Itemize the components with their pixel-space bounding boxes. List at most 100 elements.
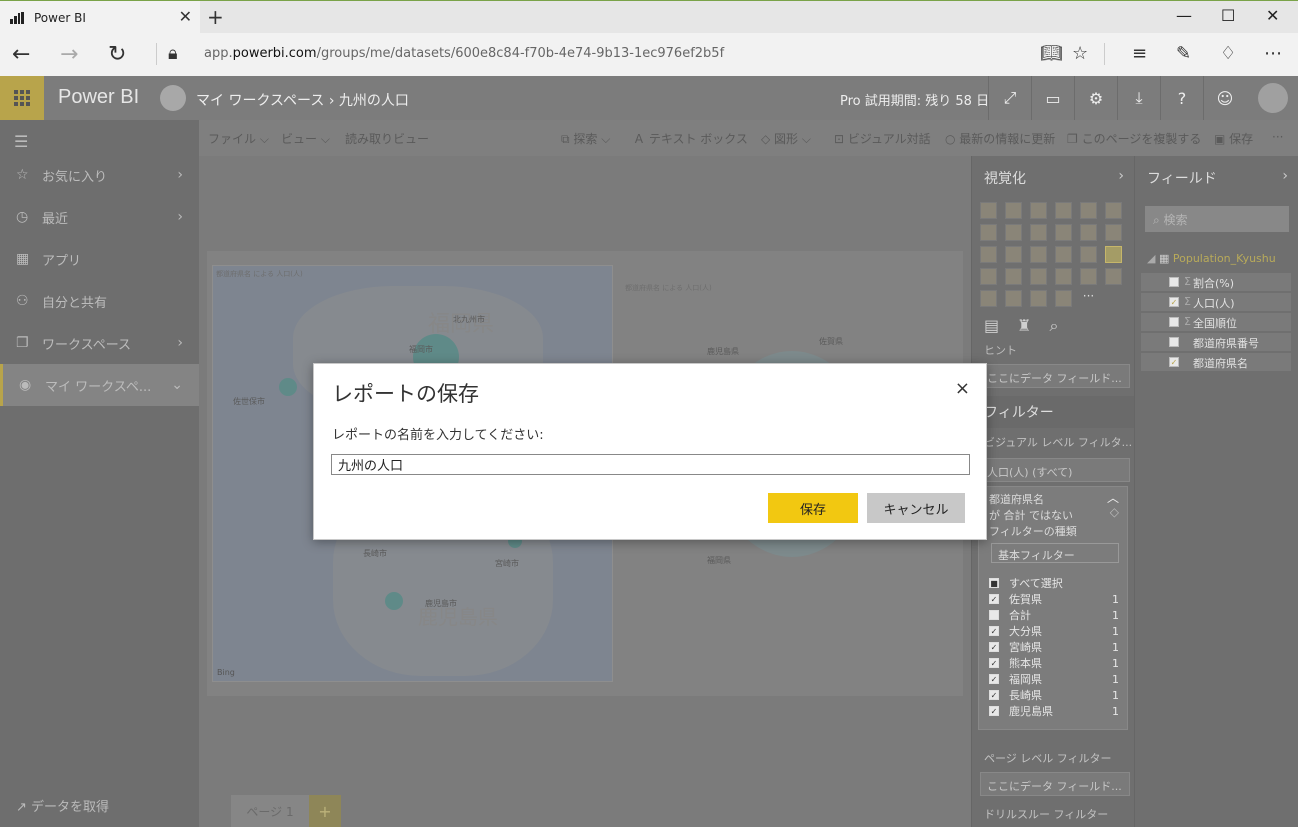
collapse-chevron-icon[interactable]: › — [1118, 168, 1124, 184]
filter-item-population[interactable]: 人口(人) (すべて) — [980, 458, 1130, 482]
maximize-icon[interactable]: ☐ — [1221, 6, 1235, 25]
multi-row-card-icon[interactable] — [1080, 268, 1097, 285]
help-icon[interactable]: ? — [1160, 76, 1203, 120]
map-bubble[interactable] — [385, 592, 403, 610]
nav-item-recent[interactable]: ◷ 最近 › — [0, 196, 199, 238]
stacked-column-icon[interactable] — [1005, 202, 1022, 219]
textbox-button[interactable]: Ａ テキスト ボックス — [633, 130, 748, 147]
area-chart-icon[interactable] — [1005, 224, 1022, 241]
report-name-input[interactable] — [331, 454, 970, 475]
visual-interactions-button[interactable]: ⊡ ビジュアル対話 — [834, 130, 931, 147]
matrix-icon[interactable] — [1030, 290, 1047, 307]
more-visuals-icon[interactable]: ··· — [1080, 290, 1097, 307]
filter-option[interactable]: ✓ 熊本県 1 — [989, 655, 1119, 671]
checkbox-icon[interactable] — [1169, 337, 1179, 347]
checkbox-icon[interactable] — [989, 610, 999, 620]
filled-map-icon[interactable] — [980, 268, 997, 285]
filter-option[interactable]: 合計 1 — [989, 607, 1119, 623]
nav-item-my-workspace[interactable]: ◉ マイ ワークスペ... ⌄ — [0, 364, 199, 406]
back-icon[interactable]: ← — [12, 42, 30, 67]
add-page-button[interactable]: + — [309, 795, 341, 827]
slicer-icon[interactable] — [980, 290, 997, 307]
more-icon[interactable]: ⋯ — [1264, 43, 1282, 64]
reading-view-icon[interactable]: 📖︎ — [1040, 43, 1063, 64]
map-icon[interactable] — [1105, 246, 1122, 263]
brand-title[interactable]: Power BI — [58, 86, 139, 109]
field-item[interactable]: Σ 全国順位 — [1141, 313, 1291, 331]
close-icon[interactable]: × — [955, 378, 970, 399]
browser-tab[interactable]: Power BI ✕ — [0, 1, 200, 34]
filter-type-dropdown[interactable]: 基本フィルター — [991, 543, 1119, 563]
clustered-bar-icon[interactable] — [1030, 202, 1047, 219]
line-chart-icon[interactable] — [980, 224, 997, 241]
filter-option[interactable]: ✓ 鹿児島県 1 — [989, 703, 1119, 719]
kpi-icon[interactable] — [1105, 268, 1122, 285]
url-field[interactable]: app.powerbi.com/groups/me/datasets/600e8… — [204, 46, 724, 61]
checkbox-checked-icon[interactable]: ✓ — [989, 658, 999, 668]
save-button[interactable]: 保存 — [768, 493, 858, 523]
waterfall-icon[interactable] — [980, 246, 997, 263]
minimize-icon[interactable]: — — [1176, 6, 1192, 25]
checkbox-checked-icon[interactable]: ✓ — [989, 626, 999, 636]
breadcrumb-workspace[interactable]: マイ ワークスペース — [196, 93, 324, 109]
checkbox-partial-icon[interactable]: ■ — [989, 578, 999, 588]
filter-option[interactable]: ✓ 宮崎県 1 — [989, 639, 1119, 655]
stacked-area-icon[interactable] — [1030, 224, 1047, 241]
view-menu[interactable]: ビュー ⌵ — [281, 130, 330, 147]
data-field-well[interactable]: ここにデータ フィールド... — [980, 364, 1130, 388]
gauge-icon[interactable] — [1030, 268, 1047, 285]
collapse-chevron-icon[interactable]: › — [1282, 168, 1288, 184]
checkbox-checked-icon[interactable]: ✓ — [1169, 297, 1179, 307]
table-node[interactable]: ◢ ▦ Population_Kyushu — [1147, 252, 1276, 265]
filter-option[interactable]: ✓ 佐賀県 1 — [989, 591, 1119, 607]
table-icon[interactable] — [1005, 290, 1022, 307]
stacked-bar-icon[interactable] — [980, 202, 997, 219]
checkbox-icon[interactable] — [1169, 317, 1179, 327]
hub-icon[interactable]: ≡ — [1132, 43, 1147, 64]
favorite-star-icon[interactable]: ☆ — [1072, 43, 1088, 64]
trial-status[interactable]: Pro 試用期間: 残り 58 日 — [840, 90, 989, 109]
field-item[interactable]: ✓ Σ 人口(人) — [1141, 293, 1291, 311]
hamburger-icon[interactable]: ☰ — [14, 132, 28, 151]
checkbox-checked-icon[interactable]: ✓ — [989, 690, 999, 700]
fields-search-input[interactable]: ⌕ 検索 — [1145, 206, 1289, 232]
nav-item-workspaces[interactable]: ❐ ワークスペース › — [0, 322, 199, 364]
line-stacked-column-icon[interactable] — [1080, 224, 1097, 241]
treemap-icon[interactable] — [1080, 246, 1097, 263]
get-data-button[interactable]: ↗ データを取得 — [16, 796, 109, 815]
filter-option[interactable]: ✓ 大分県 1 — [989, 623, 1119, 639]
reading-view-button[interactable]: 読み取りビュー — [345, 130, 429, 147]
field-item[interactable]: Σ 割合(%) — [1141, 273, 1291, 291]
checkbox-checked-icon[interactable]: ✓ — [1169, 357, 1179, 367]
map-bubble[interactable] — [279, 378, 297, 396]
checkbox-icon[interactable] — [1169, 277, 1179, 287]
save-button[interactable]: ▣ 保存 — [1214, 130, 1253, 147]
filter-card-prefecture[interactable]: 都道府県名 ︿ が 合計 ではない ◇ フィルターの種類 基本フィルター ■ すべ… — [978, 486, 1128, 730]
fields-tab-icon[interactable]: ▤ — [984, 316, 999, 336]
tab-close-icon[interactable]: ✕ — [179, 7, 192, 26]
funnel-icon[interactable] — [1005, 268, 1022, 285]
checkbox-checked-icon[interactable]: ✓ — [989, 642, 999, 652]
clustered-column-icon[interactable] — [1055, 202, 1072, 219]
explore-menu[interactable]: ⧉ 探索 ⌵ — [561, 130, 610, 147]
pie-chart-icon[interactable] — [1030, 246, 1047, 263]
cancel-button[interactable]: キャンセル — [867, 493, 965, 523]
chevron-up-icon[interactable]: ︿ — [1107, 489, 1119, 506]
100-column-icon[interactable] — [1105, 202, 1122, 219]
download-icon[interactable]: ⤓ — [1117, 76, 1160, 120]
filter-option-select-all[interactable]: ■ すべて選択 — [989, 575, 1119, 591]
field-item[interactable]: ✓ 都道府県名 — [1141, 353, 1291, 371]
field-item[interactable]: 都道府県番号 — [1141, 333, 1291, 351]
filter-option[interactable]: ✓ 長崎県 1 — [989, 687, 1119, 703]
100-bar-icon[interactable] — [1080, 202, 1097, 219]
checkbox-checked-icon[interactable]: ✓ — [989, 706, 999, 716]
format-paint-roller-icon[interactable]: ♜ — [1017, 316, 1031, 336]
duplicate-page-button[interactable]: ❐ このページを複製する — [1067, 130, 1201, 147]
shapes-menu[interactable]: ◇ 図形 ⌵ — [761, 130, 811, 147]
fullscreen-icon[interactable]: ⤢ — [988, 76, 1031, 120]
globe-icon[interactable] — [1055, 290, 1072, 307]
feedback-smiley-icon[interactable]: ☺ — [1203, 76, 1246, 120]
comments-icon[interactable]: ▭ — [1031, 76, 1074, 120]
checkbox-checked-icon[interactable]: ✓ — [989, 674, 999, 684]
nav-item-shared[interactable]: ⚇ 自分と共有 — [0, 280, 199, 322]
